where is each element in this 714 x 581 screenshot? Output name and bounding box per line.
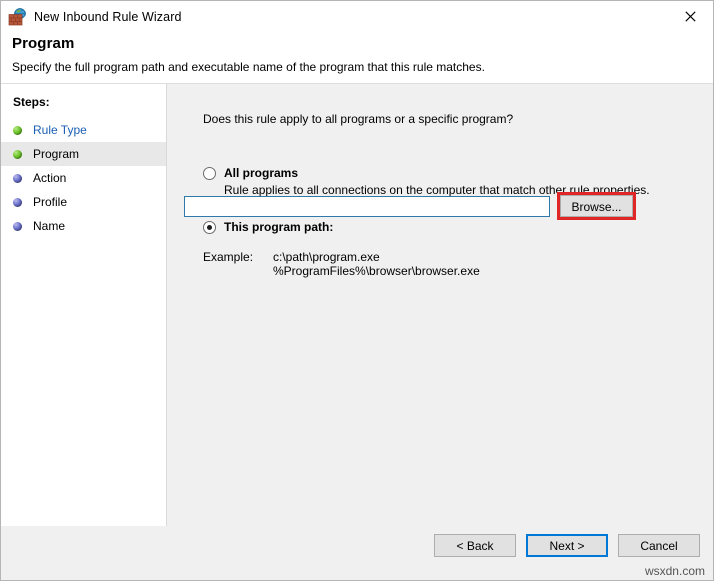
step-bullet-icon (13, 174, 22, 183)
back-button[interactable]: < Back (434, 534, 516, 557)
wizard-window: New Inbound Rule Wizard Program Specify … (0, 0, 714, 581)
program-path-input[interactable] (184, 196, 550, 217)
cancel-button[interactable]: Cancel (618, 534, 700, 557)
wizard-footer: < Back Next > Cancel wsxdn.com (1, 526, 713, 580)
sidebar-item-label: Rule Type (33, 123, 87, 137)
sidebar-item-program[interactable]: Program (1, 142, 166, 166)
sidebar-item-label: Action (33, 171, 66, 185)
browse-button-highlight: Browse... (557, 192, 636, 220)
content-panel: Does this rule apply to all programs or … (167, 84, 713, 526)
step-bullet-icon (13, 198, 22, 207)
radio-all-programs[interactable] (203, 167, 216, 180)
option-all-programs-label: All programs (224, 166, 298, 180)
sidebar-item-label: Profile (33, 195, 67, 209)
example-value-1: c:\path\program.exe (273, 250, 380, 264)
example-label: Example: (203, 250, 273, 264)
sidebar-item-rule-type[interactable]: Rule Type (1, 118, 166, 142)
step-bullet-icon (13, 222, 22, 231)
sidebar-item-label: Program (33, 147, 79, 161)
radio-this-program-path[interactable] (203, 221, 216, 234)
wizard-body: Steps: Rule Type Program Action Profile … (1, 84, 713, 526)
watermark: wsxdn.com (645, 564, 705, 578)
steps-sidebar: Steps: Rule Type Program Action Profile … (1, 84, 167, 526)
next-button[interactable]: Next > (526, 534, 608, 557)
option-this-program-path-label: This program path: (224, 220, 333, 234)
step-bullet-icon (13, 150, 22, 159)
question-text: Does this rule apply to all programs or … (203, 112, 513, 126)
window-title: New Inbound Rule Wizard (34, 10, 182, 24)
program-path-row: Browse... (184, 192, 636, 220)
option-this-program-path[interactable]: This program path: (203, 220, 333, 234)
sidebar-item-name[interactable]: Name (1, 214, 166, 238)
steps-heading: Steps: (1, 95, 166, 118)
step-bullet-icon (13, 126, 22, 135)
example-value-2: %ProgramFiles%\browser\browser.exe (273, 264, 480, 278)
footer-button-group: < Back Next > Cancel (434, 534, 700, 557)
title-bar: New Inbound Rule Wizard (1, 1, 713, 33)
close-icon[interactable] (667, 1, 713, 32)
sidebar-item-label: Name (33, 219, 65, 233)
firewall-globe-icon (7, 7, 27, 27)
example-spacer (203, 264, 273, 278)
browse-button[interactable]: Browse... (560, 195, 633, 217)
page-subtitle: Specify the full program path and execut… (12, 60, 713, 74)
page-title: Program (12, 35, 713, 52)
example-block: Example: c:\path\program.exe %ProgramFil… (203, 250, 480, 278)
page-header: Program Specify the full program path an… (1, 33, 713, 84)
sidebar-item-action[interactable]: Action (1, 166, 166, 190)
sidebar-item-profile[interactable]: Profile (1, 190, 166, 214)
